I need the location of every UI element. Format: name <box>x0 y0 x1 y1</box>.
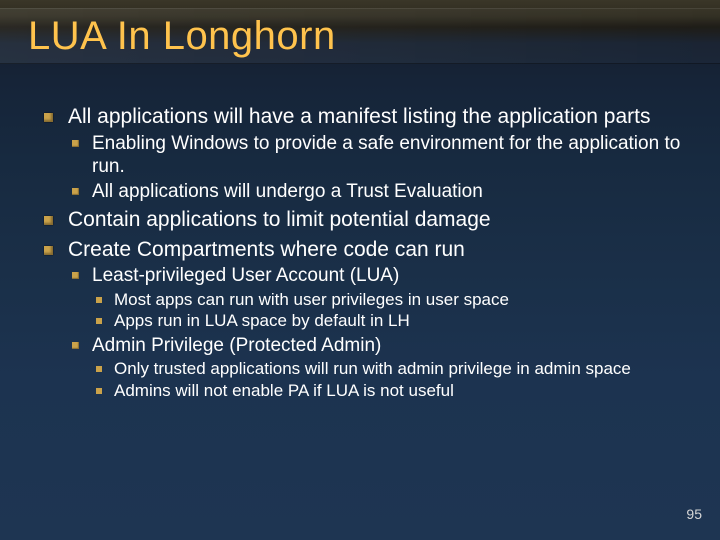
bullet-list-level3: Only trusted applications will run with … <box>92 359 690 401</box>
slide-body: All applications will have a manifest li… <box>40 104 690 406</box>
bullet-list-level1: All applications will have a manifest li… <box>40 104 690 402</box>
page-number: 95 <box>686 506 702 522</box>
bullet-item: Only trusted applications will run with … <box>92 359 690 380</box>
bullet-item: Create Compartments where code can run L… <box>40 237 690 402</box>
bullet-text: Most apps can run with user privileges i… <box>114 290 509 309</box>
bullet-item: Least-privileged User Account (LUA) Most… <box>68 264 690 332</box>
bullet-text: All applications will undergo a Trust Ev… <box>92 181 483 202</box>
bullet-text: All applications will have a manifest li… <box>68 105 650 128</box>
bullet-list-level2: Enabling Windows to provide a safe envir… <box>68 132 690 204</box>
bullet-item: All applications will have a manifest li… <box>40 104 690 203</box>
bullet-list-level3: Most apps can run with user privileges i… <box>92 290 690 332</box>
bullet-item: Most apps can run with user privileges i… <box>92 290 690 311</box>
bullet-text: Apps run in LUA space by default in LH <box>114 311 410 330</box>
bullet-item: Enabling Windows to provide a safe envir… <box>68 132 690 178</box>
bullet-item: Contain applications to limit potential … <box>40 207 690 233</box>
bullet-text: Create Compartments where code can run <box>68 238 465 261</box>
bullet-text: Least-privileged User Account (LUA) <box>92 265 399 286</box>
bullet-text: Admin Privilege (Protected Admin) <box>92 335 381 356</box>
bullet-item: Admins will not enable PA if LUA is not … <box>92 381 690 402</box>
bullet-item: All applications will undergo a Trust Ev… <box>68 180 690 203</box>
bullet-text: Admins will not enable PA if LUA is not … <box>114 381 454 400</box>
bullet-item: Apps run in LUA space by default in LH <box>92 311 690 332</box>
bullet-text: Enabling Windows to provide a safe envir… <box>92 133 680 177</box>
slide-title: LUA In Longhorn <box>28 14 336 59</box>
bullet-list-level2: Least-privileged User Account (LUA) Most… <box>68 264 690 401</box>
bullet-text: Contain applications to limit potential … <box>68 208 491 231</box>
bullet-item: Admin Privilege (Protected Admin) Only t… <box>68 334 690 402</box>
bullet-text: Only trusted applications will run with … <box>114 359 631 378</box>
